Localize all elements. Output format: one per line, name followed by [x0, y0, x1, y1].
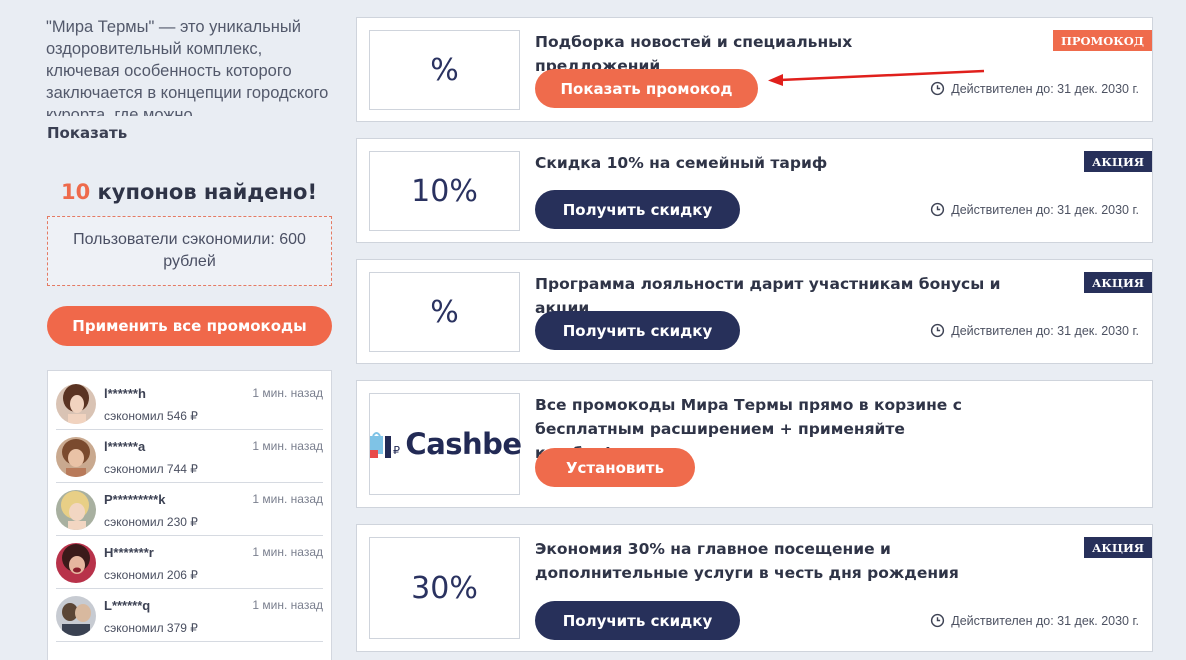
- avatar: [56, 490, 96, 530]
- activity-time: 1 мин. назад: [252, 492, 323, 506]
- coupon-validity-text: Действителен до: 31 дек. 2030 г.: [951, 323, 1139, 338]
- coupon-card: 30% Экономия 30% на главное посещение и …: [356, 524, 1153, 652]
- activity-row: P*********k 1 мин. назад сэкономил 230 ₽: [56, 483, 323, 536]
- activity-saved-amount: сэкономил 379 ₽: [104, 621, 198, 635]
- activity-row: l******a 1 мин. назад сэкономил 744 ₽: [56, 430, 323, 483]
- arrow-icon: [768, 69, 985, 86]
- coupon-title: Экономия 30% на главное посещение и допо…: [535, 540, 959, 582]
- users-saved-text: Пользователи сэкономили: 600 рублей: [73, 231, 306, 270]
- avatar: [56, 384, 96, 424]
- deal-badge: АКЦИЯ: [1084, 537, 1152, 558]
- coupon-card: 10% Скидка 10% на семейный тариф АКЦИЯ П…: [356, 138, 1153, 243]
- activity-row: H*******r 1 мин. назад сэкономил 206 ₽: [56, 536, 323, 589]
- coupon-image-text: 10%: [411, 173, 478, 209]
- coupon-validity-text: Действителен до: 31 дек. 2030 г.: [951, 613, 1139, 628]
- users-saved-box: Пользователи сэкономили: 600 рублей: [47, 216, 332, 286]
- svg-text:₽: ₽: [393, 444, 400, 457]
- install-extension-button[interactable]: Установить: [535, 448, 695, 487]
- coupon-card: ₽ Cashbe Все промокоды Мира Термы прямо …: [356, 380, 1153, 508]
- activity-saved-amount: сэкономил 206 ₽: [104, 568, 198, 582]
- get-discount-button[interactable]: Получить скидку: [535, 190, 740, 229]
- recent-activity-list: l******h 1 мин. назад сэкономил 546 ₽ l*…: [47, 370, 332, 660]
- coupon-validity: Действителен до: 31 дек. 2030 г.: [930, 202, 1139, 217]
- coupons-found-count: 10: [60, 180, 91, 204]
- deal-badge: АКЦИЯ: [1084, 272, 1152, 293]
- store-description-wrap: "Мира Термы" — это уникальный оздоровите…: [46, 16, 332, 116]
- activity-time: 1 мин. назад: [252, 598, 323, 612]
- activity-saved-amount: сэкономил 230 ₽: [104, 515, 198, 529]
- activity-time: 1 мин. назад: [252, 545, 323, 559]
- activity-user-name: L******q: [104, 598, 151, 613]
- avatar: [56, 437, 96, 477]
- coupon-image: 30%: [369, 537, 520, 639]
- avatar: [56, 596, 96, 636]
- activity-user-name: l******a: [104, 439, 146, 454]
- coupon-image-text: %: [430, 294, 459, 330]
- coupon-validity-text: Действителен до: 31 дек. 2030 г.: [951, 202, 1139, 217]
- coupon-image: ₽ Cashbe: [367, 393, 522, 495]
- deal-badge: АКЦИЯ: [1084, 151, 1152, 172]
- clock-icon: [931, 323, 945, 338]
- activity-saved-amount: сэкономил 744 ₽: [104, 462, 198, 476]
- show-promocode-button[interactable]: Показать промокод: [535, 69, 758, 108]
- coupon-image-text: %: [430, 52, 459, 88]
- activity-saved-amount: сэкономил 546 ₽: [104, 409, 198, 423]
- clock-icon: [931, 613, 945, 628]
- promo-badge: ПРОМОКОД: [1053, 30, 1152, 51]
- store-description: "Мира Термы" — это уникальный оздоровите…: [46, 18, 329, 116]
- activity-time: 1 мин. назад: [252, 439, 323, 453]
- coupon-title: Скидка 10% на семейный тариф: [535, 154, 828, 172]
- get-discount-button[interactable]: Получить скидку: [535, 601, 740, 640]
- activity-user-name: P*********k: [104, 492, 166, 507]
- coupon-validity: Действителен до: 31 дек. 2030 г.: [930, 613, 1139, 628]
- coupon-image: %: [369, 272, 520, 352]
- clock-icon: [931, 202, 945, 217]
- coupons-found-text: купонов найдено!: [90, 180, 318, 204]
- cashbe-icon: ₽: [370, 432, 400, 458]
- coupon-image: 10%: [369, 151, 520, 231]
- activity-user-name: H*******r: [104, 545, 154, 560]
- coupon-validity: Действителен до: 31 дек. 2030 г.: [930, 323, 1139, 338]
- coupon-image-text: 30%: [411, 570, 478, 606]
- activity-row: l******h 1 мин. назад сэкономил 546 ₽: [56, 377, 323, 430]
- activity-row: L******q 1 мин. назад сэкономил 379 ₽: [56, 589, 323, 642]
- get-discount-button[interactable]: Получить скидку: [535, 311, 740, 350]
- coupon-image: %: [369, 30, 520, 110]
- cashbe-logo: ₽ Cashbe: [367, 427, 522, 461]
- coupon-card: % Подборка новостей и специальных предло…: [356, 17, 1153, 122]
- show-more-link[interactable]: Показать: [47, 124, 127, 142]
- coupons-found-heading: 10 купонов найдено!: [46, 180, 332, 204]
- apply-all-promocodes-button[interactable]: Применить все промокоды: [47, 306, 332, 346]
- avatar: [56, 543, 96, 583]
- cashbe-logo-text: Cashbe: [405, 427, 522, 461]
- activity-user-name: l******h: [104, 386, 146, 401]
- activity-time: 1 мин. назад: [252, 386, 323, 400]
- coupon-card: % Программа лояльности дарит участникам …: [356, 259, 1153, 364]
